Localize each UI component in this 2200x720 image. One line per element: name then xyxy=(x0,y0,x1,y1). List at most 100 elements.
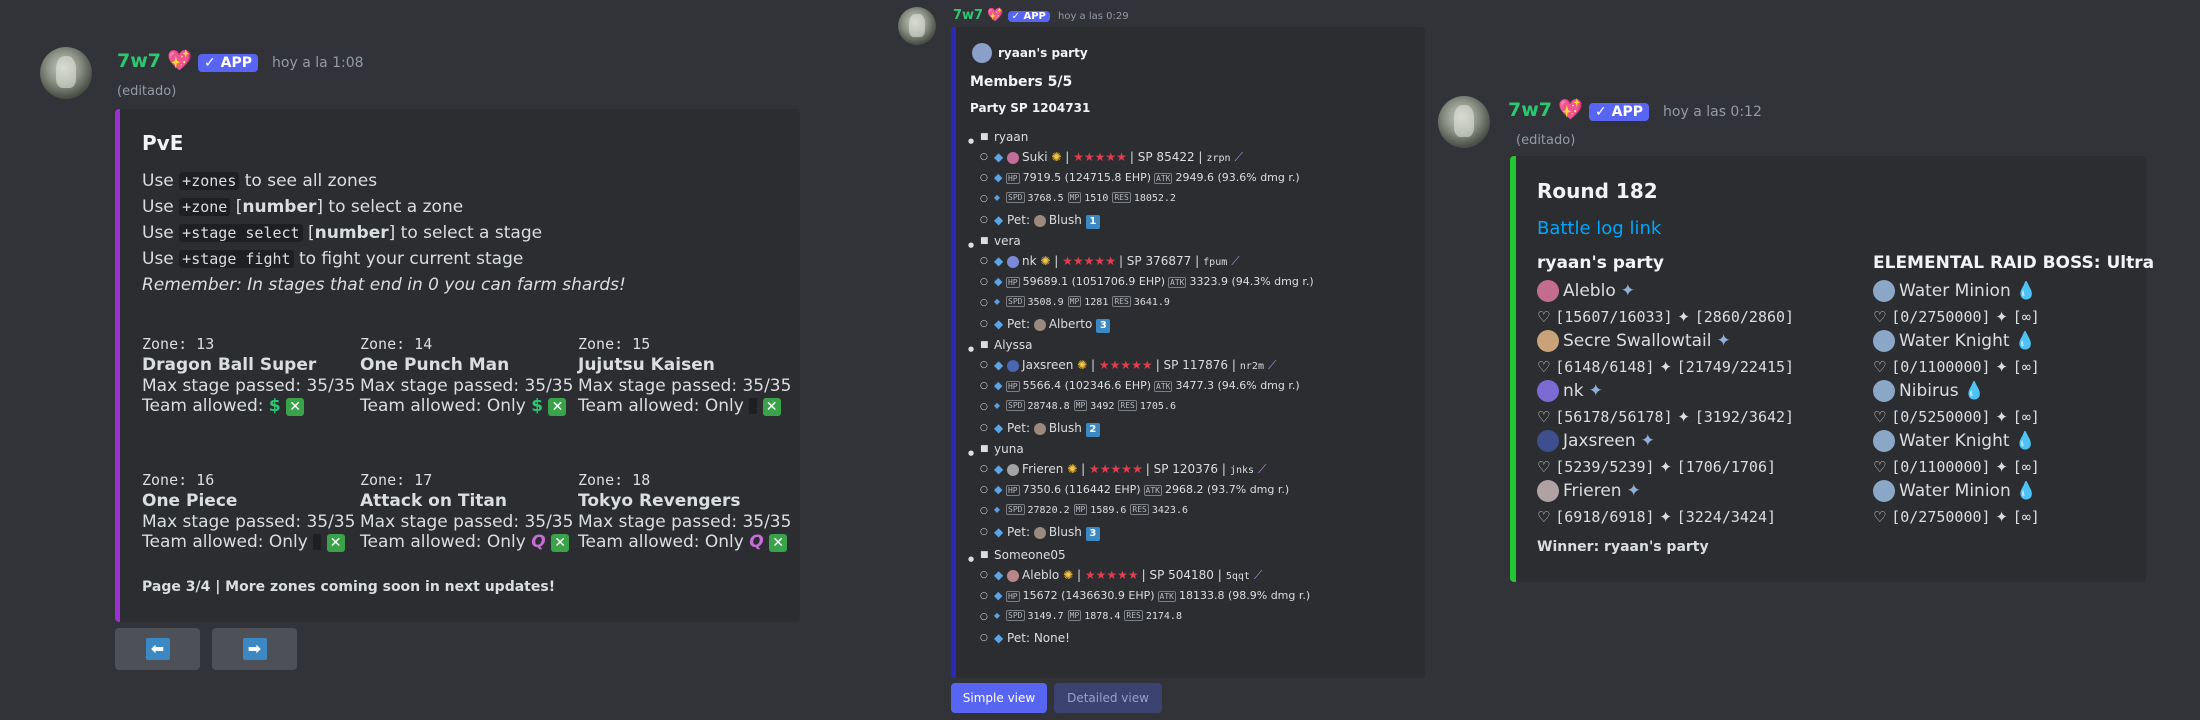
element-icon: 💧 xyxy=(2014,331,2036,351)
diamond-icon: ◆ xyxy=(994,213,1008,227)
bot-avatar[interactable] xyxy=(40,47,92,99)
mp-value: 1589.6 xyxy=(1090,504,1127,516)
member-name: Water Minion xyxy=(1899,281,2011,301)
sparkle-icon: ✦ xyxy=(1990,458,2013,476)
timestamp[interactable]: hoy a las 0:12 xyxy=(1663,104,1762,120)
element-icon: ✺ xyxy=(1063,462,1078,476)
atk-icon: ATK xyxy=(1168,276,1187,288)
member-name: Jaxsreen xyxy=(1563,431,1636,451)
cross-icon: ✕ xyxy=(762,398,781,416)
atk-icon: ATK xyxy=(1157,590,1176,602)
character-name: Frieren xyxy=(1022,462,1064,476)
sparkle-icon: ✦ xyxy=(1654,508,1677,526)
detailed-view-button[interactable]: Detailed view xyxy=(1054,683,1162,713)
heart-outline-icon: ♡ xyxy=(1537,308,1556,326)
hp-icon: HP xyxy=(1005,380,1020,392)
mp-value: 3492 xyxy=(1090,400,1115,412)
pve-embed: PvE Use +zones to see all zones Use +zon… xyxy=(115,109,800,622)
sub-bullet: ○ xyxy=(980,506,988,516)
username[interactable]: 7w7 xyxy=(953,8,983,23)
timestamp[interactable]: hoy a las 0:29 xyxy=(1058,11,1129,22)
party-header: ryaan's party xyxy=(1537,253,1664,273)
member-stats-line: ♡ [56178/56178] ✦ [3192/3642] xyxy=(1537,408,1794,426)
sub-bullet: ○ xyxy=(980,612,988,622)
sub-bullet: ○ xyxy=(980,485,988,495)
hp-value: 5566.4 (102346.6 EHP) xyxy=(1022,379,1152,392)
player-name: Alyssa xyxy=(994,338,1033,352)
diamond-icon: ◆ xyxy=(994,296,1007,308)
embed-footer: Page 3/4 | More zones coming soon in nex… xyxy=(142,579,556,595)
energy-value: [21749/22415] xyxy=(1676,358,1795,376)
timestamp[interactable]: hoy a la 1:08 xyxy=(272,55,364,71)
res-icon: RES xyxy=(1112,296,1131,307)
character-name: Aleblo xyxy=(1022,568,1060,582)
username[interactable]: 7w7 xyxy=(1508,99,1552,121)
member-stats-line: ♡ [0/5250000] ✦ [∞] xyxy=(1873,408,2040,426)
character-name: Suki xyxy=(1022,150,1048,164)
sparkle-icon: ✦ xyxy=(1672,408,1695,426)
spd-value: 3768.5 xyxy=(1027,192,1064,204)
atk-value: 3323.9 (94.3% dmg r.) xyxy=(1189,275,1314,288)
members-count: Members 5/5 xyxy=(970,74,1073,90)
element-icon: ✺ xyxy=(1036,254,1051,268)
previous-page-button[interactable]: ⬅ xyxy=(115,628,200,670)
hp-icon: HP xyxy=(1005,172,1020,184)
energy-value: [∞] xyxy=(2012,408,2040,426)
character-sp: | SP 117876 | xyxy=(1155,358,1236,372)
separator: | xyxy=(1061,150,1074,164)
battle-log-link[interactable]: Battle log link xyxy=(1537,218,1661,239)
app-badge: ✓ APP xyxy=(198,54,258,72)
next-page-button[interactable]: ➡ xyxy=(212,628,297,670)
bot-avatar[interactable] xyxy=(898,7,936,45)
message-header: 7w7 💖 ✓ APP hoy a las 0:12 xyxy=(1508,97,1762,121)
bullet: ● xyxy=(968,241,975,249)
member-name-line: Jaxsreen ✦ xyxy=(1537,430,1655,452)
res-value: 18052.2 xyxy=(1133,192,1176,204)
res-value: 3423.6 xyxy=(1151,504,1188,516)
spd-icon: SPD xyxy=(1006,400,1025,411)
pet-line: ◆ Pet: Blush 1 xyxy=(994,213,1100,229)
hp-value: 15672 (1436630.9 EHP) xyxy=(1022,589,1155,602)
element-icon: ✦ xyxy=(1620,281,1635,301)
mp-value: 1878.4 xyxy=(1084,610,1121,622)
member-stats-line: ♡ [0/2750000] ✦ [∞] xyxy=(1873,308,2040,326)
zone-card: Zone: 15 Jujutsu Kaisen Max stage passed… xyxy=(578,335,792,416)
pet-name: Blush xyxy=(1048,421,1082,435)
character-name: Jaxsreen xyxy=(1022,358,1074,372)
heart-icon: 💖 xyxy=(987,8,1004,23)
element-icon: ✺ xyxy=(1073,358,1088,372)
weapon-icon: ⟋ xyxy=(1267,358,1277,372)
diamond-icon: ◆ xyxy=(994,589,1006,602)
team-icon: Q xyxy=(531,532,546,552)
member-stats-line: ♡ [0/1100000] ✦ [∞] xyxy=(1873,358,2040,376)
simple-view-button[interactable]: Simple view xyxy=(951,683,1047,713)
message-header: 7w7 💖 ✓ APP hoy a las 0:29 xyxy=(953,8,1129,23)
rarity-stars: ★★★★★ xyxy=(1098,358,1153,372)
atk-value: 2968.2 (93.7% dmg r.) xyxy=(1164,483,1290,496)
character-sp: | SP 120376 | xyxy=(1145,462,1226,476)
diamond-icon: ◆ xyxy=(994,568,1008,582)
hp-line: ◆ HP 7919.5 (124715.8 EHP) ATK 2949.6 (93.6… xyxy=(994,171,1300,184)
sub-bullet: ○ xyxy=(980,570,988,580)
square-icon: ■ xyxy=(980,444,989,454)
sparkle-icon: ✦ xyxy=(1990,358,2013,376)
member-name-line: Secre Swallowtail ✦ xyxy=(1537,330,1731,352)
square-icon: ■ xyxy=(980,132,989,142)
pet-label: Pet: xyxy=(1007,631,1034,645)
diamond-icon: ◆ xyxy=(994,462,1008,476)
username[interactable]: 7w7 xyxy=(117,50,161,72)
bot-avatar[interactable] xyxy=(1438,96,1490,148)
player-name: Someone05 xyxy=(994,548,1066,562)
boss-avatar-icon xyxy=(1873,330,1895,352)
character-sp: | SP 504180 | xyxy=(1141,568,1222,582)
pet-level-badge: 1 xyxy=(1085,215,1100,229)
heart-outline-icon: ♡ xyxy=(1873,408,1892,426)
member-name: Nibirus xyxy=(1899,381,1959,401)
party-embed: ryaan's party Members 5/5 Party SP 12047… xyxy=(951,27,1425,678)
hp-value: [0/2750000] xyxy=(1891,508,1991,526)
sub-bullet: ○ xyxy=(980,464,988,474)
character-avatar-icon xyxy=(1007,359,1020,372)
member-stats-line: ♡ [0/1100000] ✦ [∞] xyxy=(1873,458,2040,476)
boss-header: ELEMENTAL RAID BOSS: Ultra xyxy=(1873,253,2155,273)
sub-bullet: ○ xyxy=(980,381,988,391)
